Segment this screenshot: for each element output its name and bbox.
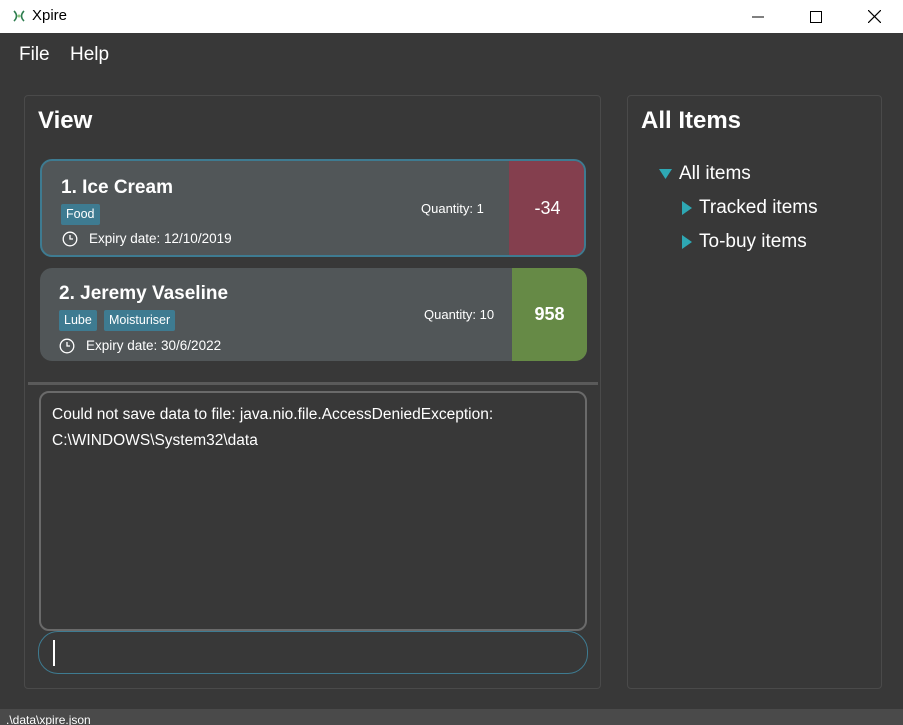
close-icon [867,10,881,23]
command-input[interactable] [38,631,588,674]
tag-food: Food [61,204,100,225]
tree-item-all-items[interactable]: All items [679,163,751,185]
all-items-panel: All Items [627,95,882,689]
text-caret [53,640,55,666]
xpire-logo-icon [13,10,25,22]
item-expiry: Expiry date: 30/6/2022 [86,338,222,353]
expanded-arrow-icon[interactable] [659,168,673,180]
collapsed-arrow-icon[interactable] [681,235,693,249]
item-name: 1. Ice Cream [61,177,173,198]
collapsed-arrow-icon[interactable] [681,201,693,215]
item-quantity: Quantity: 1 [421,201,484,216]
item-card-ice-cream[interactable]: 1. Ice Cream Food Expiry date: 12/10/201… [40,159,586,257]
menu-bar: File Help [0,33,903,77]
tree-item-to-buy-items[interactable]: To-buy items [699,231,807,253]
tag-lube: Lube [59,310,97,331]
title-bar: Xpire [0,0,903,33]
result-display[interactable]: Could not save data to file: java.nio.fi… [39,391,587,631]
minimize-button[interactable] [729,0,787,33]
window-title: Xpire [32,7,68,24]
maximize-button[interactable] [787,0,845,33]
clock-icon [59,338,75,354]
result-line-1: Could not save data to file: java.nio.fi… [52,406,494,423]
menu-file[interactable]: File [19,44,50,66]
maximize-icon [810,10,822,23]
tree-item-tracked-items[interactable]: Tracked items [699,197,818,219]
item-name: 2. Jeremy Vaseline [59,283,229,304]
days-left-value: 958 [534,304,565,324]
result-line-2: C:\WINDOWS\System32\data [52,432,258,449]
split-divider[interactable] [28,382,598,385]
tag-moisturiser: Moisturiser [104,310,176,331]
item-quantity: Quantity: 10 [424,307,495,322]
minimize-icon [752,16,764,17]
save-location: .\data\xpire.json [6,713,91,725]
days-left-badge: 958 [512,268,587,361]
clock-icon [62,231,78,247]
item-card-jeremy-vaseline[interactable]: 2. Jeremy Vaseline Lube Moisturiser Expi… [40,268,587,361]
all-items-title: All Items [641,107,742,134]
close-button[interactable] [845,0,903,33]
status-bar: .\data\xpire.json [0,709,903,725]
view-panel-title: View [38,107,93,134]
days-left-badge: -34 [509,161,584,255]
menu-help[interactable]: Help [70,44,109,66]
days-left-value: -34 [534,197,561,218]
item-expiry: Expiry date: 12/10/2019 [89,231,232,246]
